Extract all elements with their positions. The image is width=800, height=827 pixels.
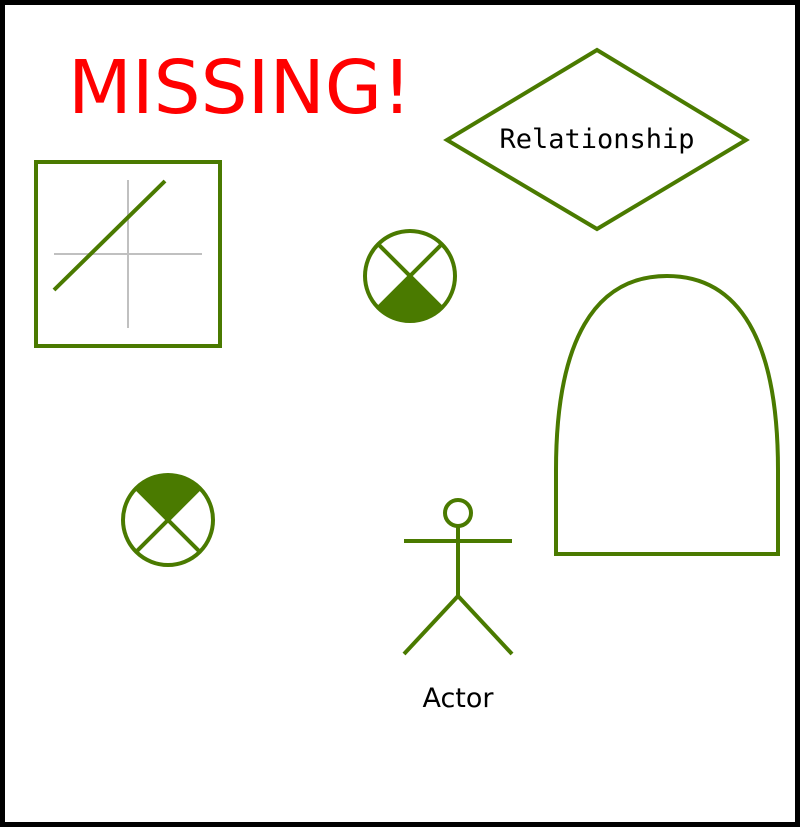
missing-label: MISSING!	[68, 45, 412, 131]
relationship-label: Relationship	[499, 124, 694, 155]
diagram-svg: MISSING! Relationship Actor	[0, 0, 800, 827]
diagram-canvas: MISSING! Relationship Actor	[0, 0, 800, 827]
actor-label: Actor	[422, 683, 494, 714]
